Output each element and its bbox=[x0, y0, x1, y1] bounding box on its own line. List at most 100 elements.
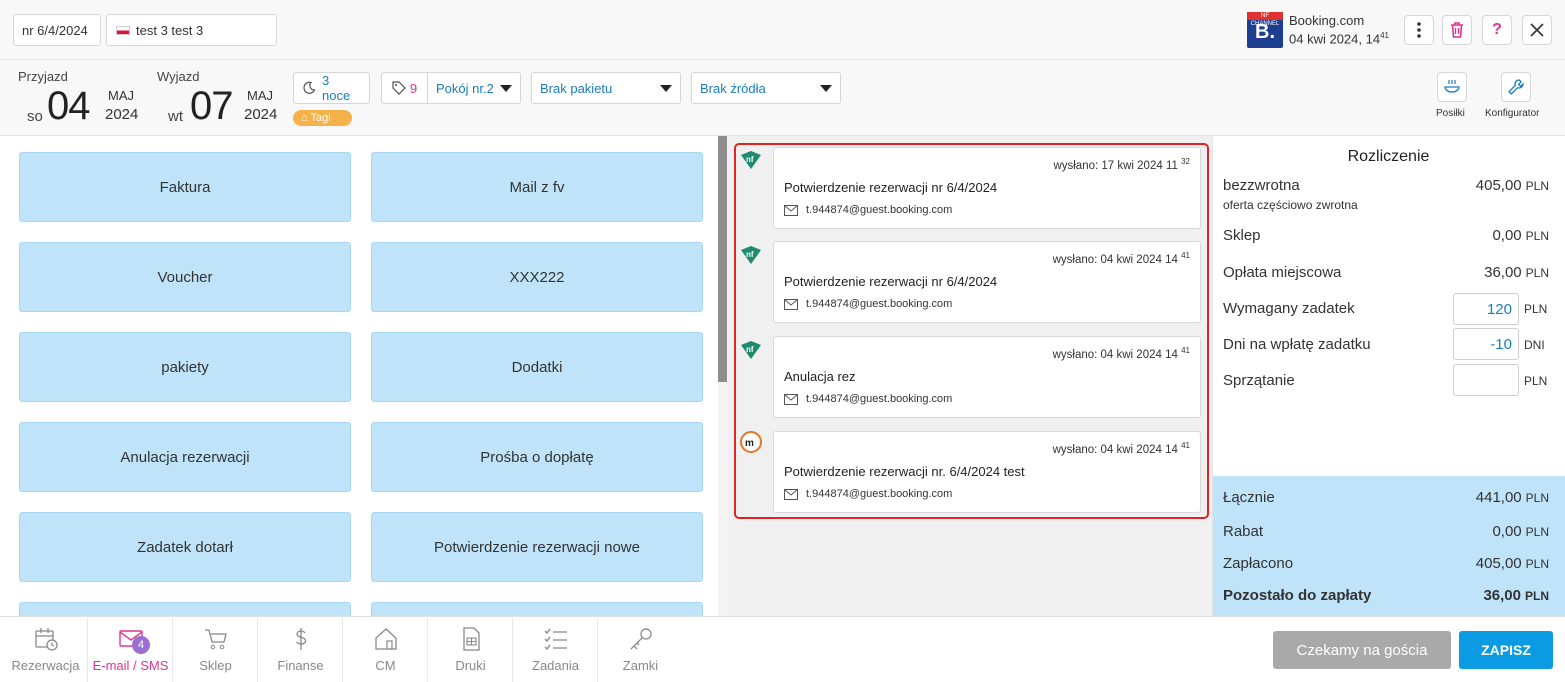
template-button[interactable]: Anulacja rezerwacji bbox=[19, 422, 351, 492]
currency: PLN bbox=[1525, 557, 1549, 571]
more-options-button[interactable] bbox=[1404, 15, 1434, 45]
close-icon bbox=[1530, 23, 1544, 37]
meals-button[interactable] bbox=[1437, 72, 1467, 102]
remaining-label: Pozostało do zapłaty bbox=[1223, 587, 1372, 604]
departure-month: MAJ bbox=[247, 88, 273, 103]
nav-email-sms[interactable]: 4 E-mail / SMS bbox=[88, 616, 173, 682]
tag-icon bbox=[392, 81, 406, 95]
key-icon bbox=[630, 628, 652, 650]
configurator-label: Konfigurator bbox=[1485, 108, 1540, 119]
save-button[interactable]: ZAPISZ bbox=[1459, 631, 1553, 669]
nav-label: Finanse bbox=[277, 658, 324, 673]
template-button[interactable]: Prośba o dopłatę bbox=[371, 422, 703, 492]
settlement-item-label: Opłata miejscowa bbox=[1223, 264, 1342, 281]
template-label: Prośba o dopłatę bbox=[480, 448, 594, 466]
arrival-month: MAJ bbox=[108, 88, 134, 103]
template-label: Faktura bbox=[159, 178, 211, 196]
cart-icon bbox=[205, 629, 227, 650]
nav-locks[interactable]: Zamki bbox=[598, 616, 683, 682]
template-button[interactable]: Mail z fv bbox=[371, 152, 703, 222]
settlement-item-label: bezzwrotna bbox=[1223, 177, 1300, 194]
template-button[interactable] bbox=[19, 602, 351, 616]
discount-label: Rabat bbox=[1223, 523, 1264, 540]
deposit-days-input[interactable]: -10 bbox=[1453, 328, 1519, 360]
nav-prints[interactable]: Druki bbox=[428, 616, 513, 682]
template-label: XXX222 bbox=[509, 268, 565, 286]
amount: 405,00 bbox=[1475, 177, 1522, 194]
settlement-item-value: 36,00 PLN bbox=[1484, 264, 1549, 281]
template-button[interactable]: pakiety bbox=[19, 332, 351, 402]
amount: 36,00 bbox=[1484, 264, 1522, 281]
total-label: Łącznie bbox=[1223, 489, 1275, 506]
arrival-day[interactable]: 04 bbox=[47, 84, 90, 129]
deposit-days-label: Dni na wpłatę zadatku bbox=[1223, 336, 1371, 353]
template-button[interactable]: Potwierdzenie rezerwacji nowe bbox=[371, 512, 703, 582]
highlight-frame bbox=[734, 143, 1209, 519]
meal-bowl-icon bbox=[1444, 80, 1460, 93]
settlement-item-value: 405,00 PLN bbox=[1476, 177, 1549, 194]
delete-button[interactable] bbox=[1442, 15, 1472, 45]
help-button[interactable]: ? bbox=[1482, 15, 1512, 45]
discount-value: 0,00 PLN bbox=[1492, 523, 1549, 540]
currency: PLN bbox=[1525, 589, 1549, 603]
package-select[interactable]: Brak pakietu bbox=[531, 72, 681, 104]
arrival-weekday: so bbox=[27, 108, 43, 125]
nav-reservation[interactable]: Rezerwacja bbox=[3, 616, 88, 682]
source-label: Brak źródła bbox=[700, 80, 766, 96]
close-button[interactable] bbox=[1522, 15, 1552, 45]
amount: 0,00 bbox=[1492, 523, 1522, 540]
waiting-label: Czekamy na gościa bbox=[1296, 641, 1428, 659]
template-button[interactable] bbox=[371, 602, 703, 616]
waiting-for-guest-button[interactable]: Czekamy na gościa bbox=[1273, 631, 1451, 669]
house-icon bbox=[375, 628, 397, 650]
package-label: Brak pakietu bbox=[540, 80, 613, 96]
tags-button[interactable]: ⌂ Tagi bbox=[293, 110, 352, 126]
departure-weekday: wt bbox=[168, 108, 183, 125]
room-label: Pokój nr.2 bbox=[436, 80, 494, 96]
channel-letter: B. bbox=[1255, 21, 1275, 43]
nav-shop[interactable]: Sklep bbox=[173, 616, 258, 682]
paid-value: 405,00 PLN bbox=[1476, 555, 1549, 572]
total-value: 441,00 PLN bbox=[1476, 489, 1549, 506]
reservation-number[interactable]: nr 6/4/2024 bbox=[13, 14, 101, 46]
checklist-icon bbox=[544, 628, 567, 650]
nav-tasks[interactable]: Zadania bbox=[513, 616, 598, 682]
nights-button[interactable]: 3 noce bbox=[293, 72, 370, 104]
room-selector[interactable]: 9 Pokój nr.2 bbox=[381, 72, 521, 104]
source-select[interactable]: Brak źródła bbox=[691, 72, 841, 104]
wrench-icon bbox=[1508, 79, 1524, 95]
nav-label: E-mail / SMS bbox=[92, 658, 169, 673]
configurator-button[interactable] bbox=[1501, 72, 1531, 102]
channel-date-text: 04 kwi 2024, 14 bbox=[1289, 31, 1381, 47]
departure-year: 2024 bbox=[244, 106, 278, 123]
template-button[interactable]: Zadatek dotarł bbox=[19, 512, 351, 582]
amount: 0,00 bbox=[1492, 227, 1522, 244]
settlement-item-value: 0,00 PLN bbox=[1492, 227, 1549, 244]
remaining-value: 36,00 PLN bbox=[1483, 587, 1549, 604]
template-label: Dodatki bbox=[511, 358, 563, 376]
nights-label: 3 noce bbox=[321, 73, 351, 103]
amount: 441,00 bbox=[1475, 489, 1522, 506]
save-label: ZAPISZ bbox=[1481, 642, 1531, 658]
departure-label: Wyjazd bbox=[157, 69, 200, 84]
arrival-label: Przyjazd bbox=[18, 69, 68, 84]
template-button[interactable]: Dodatki bbox=[371, 332, 703, 402]
chevron-down-icon bbox=[660, 85, 672, 92]
trash-icon bbox=[1451, 22, 1463, 38]
booking-logo-icon: NF CHANNEL B. bbox=[1247, 12, 1283, 48]
amount: 405,00 bbox=[1475, 555, 1522, 572]
template-button[interactable]: XXX222 bbox=[371, 242, 703, 312]
departure-day[interactable]: 07 bbox=[190, 84, 233, 129]
guest-name-field[interactable]: test 3 test 3 bbox=[106, 14, 277, 46]
cleaning-input[interactable] bbox=[1453, 364, 1519, 396]
deposit-input[interactable]: 120 bbox=[1453, 293, 1519, 325]
tags-label: Tagi bbox=[310, 112, 331, 124]
template-button[interactable]: Faktura bbox=[19, 152, 351, 222]
nav-label: Rezerwacja bbox=[11, 658, 80, 673]
currency: PLN bbox=[1525, 525, 1549, 539]
scrollbar-thumb[interactable] bbox=[718, 136, 727, 382]
nav-finance[interactable]: Finanse bbox=[258, 616, 343, 682]
template-button[interactable]: Voucher bbox=[19, 242, 351, 312]
channel-badge: NF CHANNEL bbox=[1247, 12, 1283, 27]
nav-cm[interactable]: CM bbox=[343, 616, 428, 682]
